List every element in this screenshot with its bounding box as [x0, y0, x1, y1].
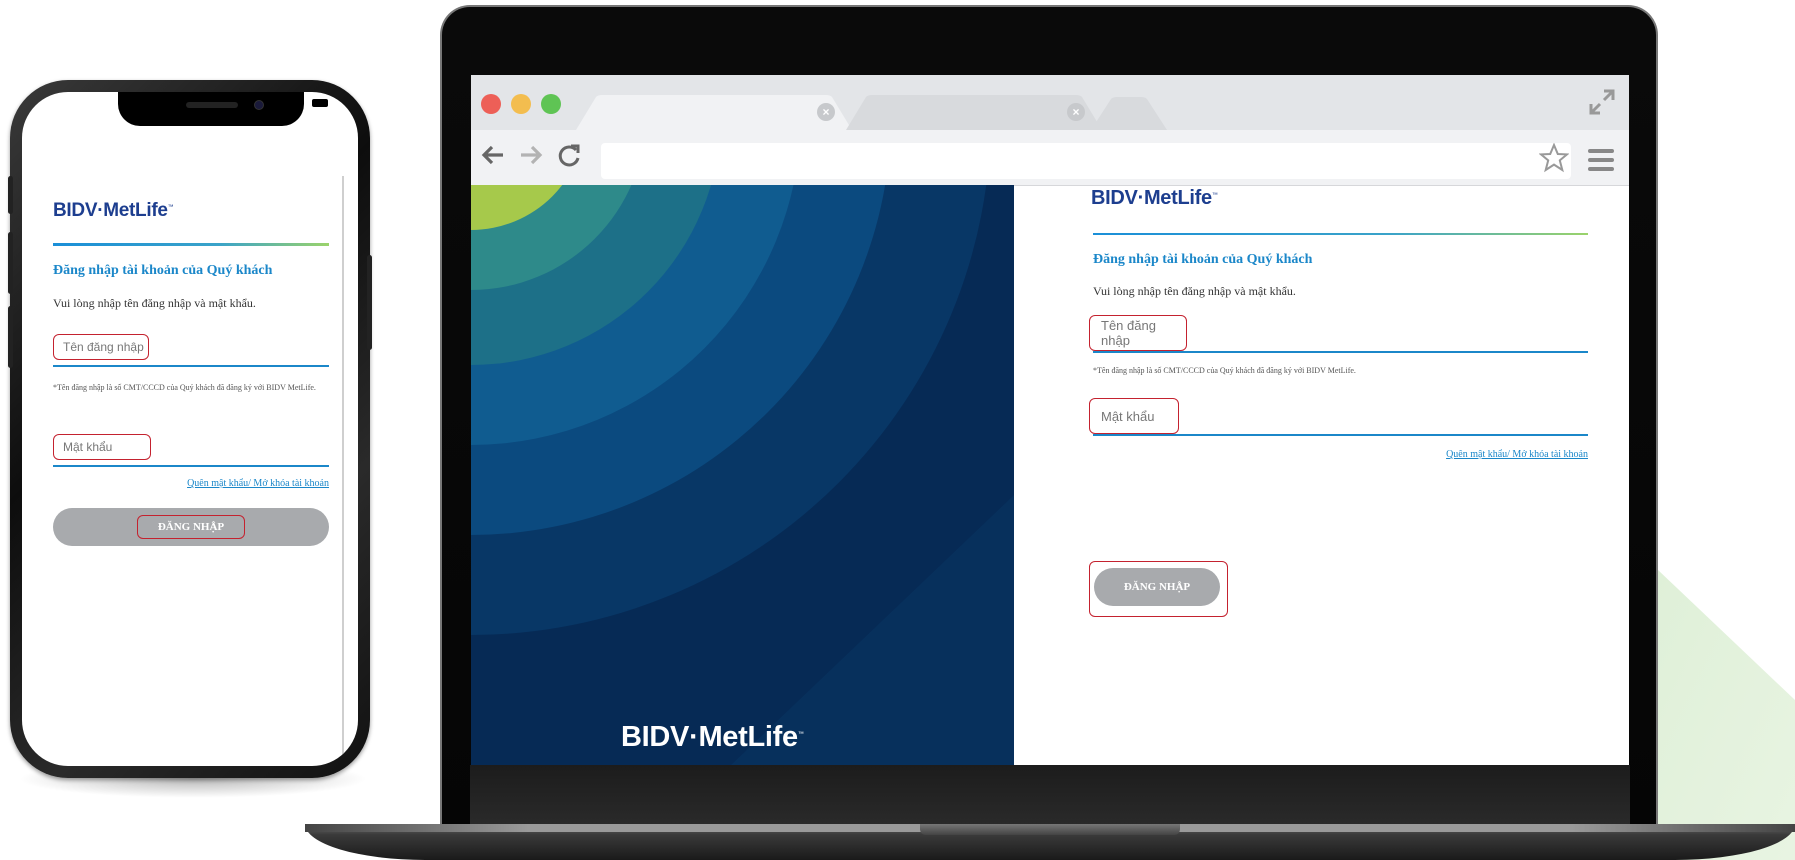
header-divider [1093, 233, 1588, 235]
phone-screen: BIDV·MetLife™ Đăng nhập tài khoản của Qu… [22, 92, 358, 766]
forgot-password-link[interactable]: Quên mật khẩu/ Mở khóa tài khoản [1388, 449, 1588, 460]
forward-arrow-icon[interactable] [517, 141, 545, 175]
login-subtitle: Vui lòng nhập tên đăng nhập và mật khẩu. [1093, 284, 1296, 298]
password-placeholder: Mật khẩu [63, 440, 113, 454]
username-hint: *Tên đăng nhập là số CMT/CCCD của Quý kh… [53, 383, 316, 392]
close-window-icon[interactable] [481, 94, 501, 114]
tab-inactive[interactable] [871, 95, 1071, 130]
login-button-label: ĐĂNG NHẬP [1123, 581, 1191, 593]
username-placeholder: Tên đăng nhập [1101, 318, 1156, 348]
username-hint: *Tên đăng nhập là số CMT/CCCD của Quý kh… [1093, 366, 1356, 375]
login-button[interactable]: ĐĂNG NHẬP [53, 508, 329, 546]
phone-side-button [8, 306, 13, 368]
hero-panel: BIDV·MetLife™ [471, 185, 1014, 765]
hamburger-menu-icon[interactable] [1588, 147, 1614, 173]
username-field[interactable]: Tên đăng nhập [53, 334, 329, 367]
username-input[interactable]: Tên đăng nhập [1089, 315, 1187, 351]
username-input[interactable]: Tên đăng nhập [53, 334, 149, 360]
password-input[interactable]: Mật khẩu [1089, 398, 1179, 434]
minimize-window-icon[interactable] [511, 94, 531, 114]
phone-side-button [8, 232, 13, 294]
login-panel: BIDV·MetLife™ Đăng nhập tài khoản của Qu… [1014, 185, 1629, 765]
username-underline [1093, 351, 1588, 353]
scrollbar[interactable] [342, 176, 344, 766]
x-icon[interactable]: × [817, 103, 835, 121]
star-icon[interactable] [1538, 142, 1570, 180]
password-field[interactable]: Mật khẩu [1089, 398, 1588, 438]
hero-arcs-illustration [471, 185, 1014, 765]
username-placeholder: Tên đăng nhập [63, 340, 144, 354]
phone-notch [118, 92, 304, 126]
camera-icon [254, 100, 264, 110]
x-icon[interactable]: × [1067, 103, 1085, 121]
password-underline [1093, 434, 1588, 436]
brand-logo: BIDV·MetLife™ [1091, 187, 1218, 209]
login-subtitle: Vui lòng nhập tên đăng nhập và mật khẩu. [53, 296, 256, 310]
back-arrow-icon[interactable] [479, 141, 507, 175]
phone-side-button [8, 176, 13, 214]
expand-icon[interactable] [1589, 89, 1615, 120]
login-button-highlight: ĐĂNG NHẬP [1089, 561, 1228, 617]
login-button[interactable]: ĐĂNG NHẬP [1094, 568, 1220, 606]
password-placeholder: Mật khẩu [1101, 408, 1155, 424]
login-title: Đăng nhập tài khoản của Quý khách [1093, 252, 1313, 267]
login-button-highlight: ĐĂNG NHẬP [136, 515, 246, 539]
hero-brand-logo: BIDV·MetLife™ [621, 721, 804, 753]
login-button-label: ĐĂNG NHẬP [157, 521, 225, 533]
tab-active[interactable] [601, 95, 841, 130]
wifi-icon [286, 96, 300, 111]
speaker-icon [186, 102, 238, 108]
login-title: Đăng nhập tài khoản của Quý khách [53, 263, 273, 278]
forgot-password-link[interactable]: Quên mật khẩu/ Mở khóa tài khoản [173, 478, 329, 489]
laptop-bezel [470, 765, 1630, 825]
tab-new[interactable] [1091, 95, 1171, 130]
brand-logo: BIDV·MetLife™ [53, 200, 174, 221]
password-field[interactable]: Mật khẩu [53, 434, 329, 467]
battery-icon [312, 99, 328, 107]
laptop-hinge-notch [920, 824, 1180, 835]
maximize-window-icon[interactable] [541, 94, 561, 114]
header-divider [53, 243, 329, 246]
password-input[interactable]: Mật khẩu [53, 434, 151, 460]
phone-power-button [367, 255, 372, 350]
password-underline [53, 465, 329, 467]
username-field[interactable]: Tên đăng nhập [1089, 315, 1588, 355]
username-underline [53, 365, 329, 367]
browser-window: × × BIDV·MetLife™ BIDV·MetLife™ Đăng nhậ… [471, 75, 1629, 765]
address-bar[interactable] [601, 143, 1571, 179]
reload-icon[interactable] [555, 141, 583, 175]
